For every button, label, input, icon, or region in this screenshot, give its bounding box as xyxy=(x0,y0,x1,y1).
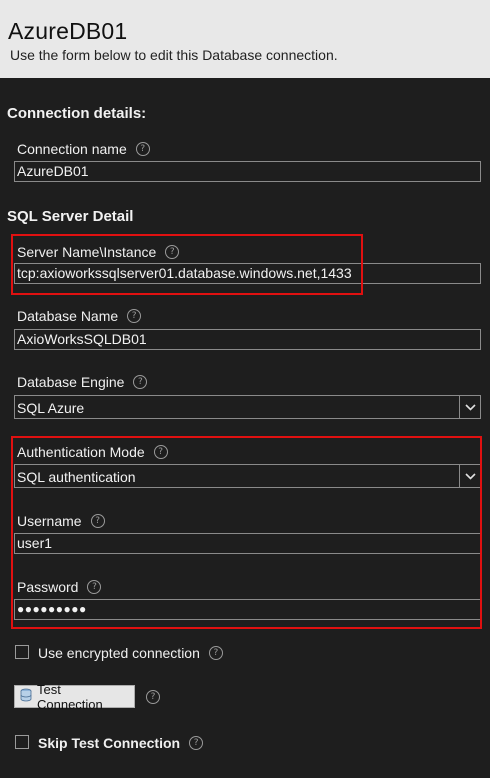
database-engine-label: Database Engine ? xyxy=(17,374,148,390)
help-icon[interactable]: ? xyxy=(208,646,223,660)
test-connection-label: Test Connection xyxy=(37,681,103,712)
skip-test-label-text: Skip Test Connection xyxy=(38,735,181,751)
connection-details-heading: Connection details: xyxy=(7,105,147,122)
help-icon[interactable]: ? xyxy=(133,375,148,389)
help-icon[interactable]: ? xyxy=(146,690,160,704)
sql-server-detail-heading: SQL Server Detail xyxy=(7,208,134,225)
server-name-highlight xyxy=(11,234,363,295)
test-connection-button[interactable]: Test Connection xyxy=(14,682,135,712)
database-name-input[interactable]: AxioWorksSQLDB01 xyxy=(14,329,481,350)
skip-test-label: Skip Test Connection ? xyxy=(38,735,204,751)
connection-name-label: Connection name ? xyxy=(17,141,150,157)
help-icon[interactable]: ? xyxy=(135,142,150,156)
database-name-label: Database Name ? xyxy=(17,308,142,324)
page-subtitle: Use the form below to edit this Database… xyxy=(10,47,338,63)
page-title: AzureDB01 xyxy=(8,18,128,44)
use-encrypted-label-text: Use encrypted connection xyxy=(38,645,200,661)
connection-name-input[interactable]: AzureDB01 xyxy=(14,161,481,182)
help-icon[interactable]: ? xyxy=(189,736,204,750)
skip-test-checkbox[interactable] xyxy=(15,735,29,749)
chevron-down-icon[interactable] xyxy=(459,396,480,418)
help-icon[interactable]: ? xyxy=(127,309,142,323)
database-icon xyxy=(19,688,33,705)
authentication-highlight xyxy=(11,436,482,629)
use-encrypted-checkbox[interactable] xyxy=(15,645,29,659)
database-engine-selected: SQL Azure xyxy=(17,400,85,416)
use-encrypted-label: Use encrypted connection ? xyxy=(38,645,223,661)
database-engine-label-text: Database Engine xyxy=(17,374,125,390)
connection-name-label-text: Connection name xyxy=(17,141,127,157)
database-engine-select[interactable]: SQL Azure xyxy=(14,395,481,419)
page-header: AzureDB01 Use the form below to edit thi… xyxy=(0,0,490,78)
database-name-label-text: Database Name xyxy=(17,308,119,324)
